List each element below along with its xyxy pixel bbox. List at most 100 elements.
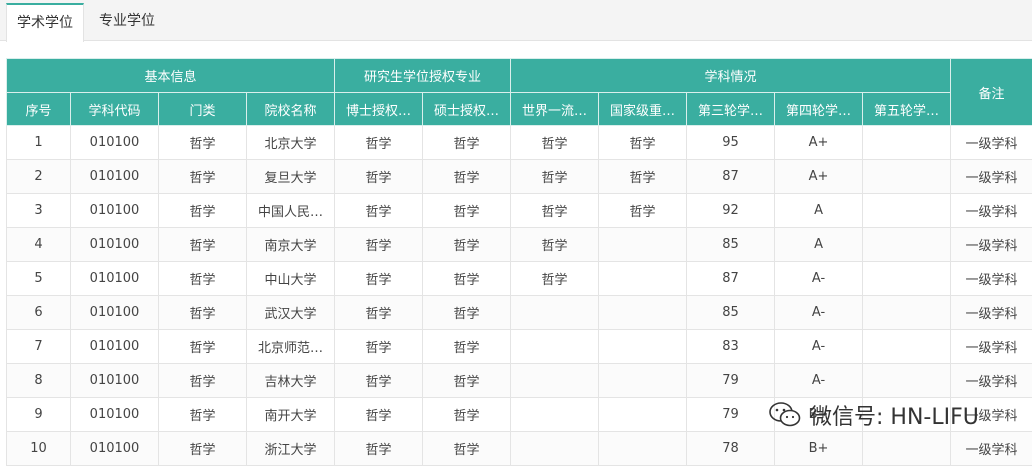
cell-phd: 哲学 [334, 227, 424, 262]
cell-phd: 哲学 [334, 363, 424, 398]
tab-professional-degree[interactable]: 专业学位 [88, 3, 166, 41]
cell-round3: 85 [686, 227, 776, 262]
cell-round3: 87 [686, 159, 776, 194]
table-row: 7 010100 哲学 北京师范… 哲学 哲学 83 A- 一级学科 [6, 329, 1032, 364]
cell-master: 哲学 [422, 227, 512, 262]
cell-school: 浙江大学 [245, 431, 336, 466]
cell-world-class: 哲学 [510, 159, 600, 194]
column-header-national-key: 国家级重… [598, 92, 688, 126]
table-row: 3 010100 哲学 中国人民… 哲学 哲学 哲学 哲学 92 A 一级学科 [6, 193, 1032, 228]
cell-round3: 83 [686, 329, 776, 364]
cell-school: 南开大学 [245, 397, 336, 432]
cell-round3: 95 [686, 125, 776, 160]
cell-round4: A [774, 193, 864, 228]
cell-round5 [862, 363, 952, 398]
cell-master: 哲学 [422, 431, 512, 466]
cell-round5 [862, 159, 952, 194]
cell-remark: 一级学科 [950, 261, 1032, 296]
group-header-degree-authorization: 研究生学位授权专业 [334, 58, 512, 93]
cell-round4: A+ [774, 159, 864, 194]
cell-round3: 79 [686, 363, 776, 398]
cell-category: 哲学 [158, 329, 247, 364]
cell-school: 武汉大学 [245, 295, 336, 330]
cell-round5 [862, 125, 952, 160]
cell-round5 [862, 261, 952, 296]
cell-master: 哲学 [422, 397, 512, 432]
wechat-icon [769, 402, 801, 427]
cell-world-class: 哲学 [510, 125, 600, 160]
cell-code: 010100 [70, 363, 159, 398]
column-header-round3: 第三轮学… [686, 92, 776, 126]
cell-no: 5 [6, 261, 71, 296]
cell-round4: A+ [774, 125, 864, 160]
cell-phd: 哲学 [334, 159, 424, 194]
cell-category: 哲学 [158, 159, 247, 194]
cell-national-key [598, 397, 688, 432]
column-header-category: 门类 [158, 92, 247, 126]
cell-category: 哲学 [158, 363, 247, 398]
cell-round4: A- [774, 295, 864, 330]
cell-round5 [862, 227, 952, 262]
cell-remark: 一级学科 [950, 159, 1032, 194]
cell-no: 10 [6, 431, 71, 466]
table-row: 10 010100 哲学 浙江大学 哲学 哲学 78 B+ 一级学科 [6, 431, 1032, 466]
cell-round5 [862, 329, 952, 364]
cell-no: 3 [6, 193, 71, 228]
cell-category: 哲学 [158, 431, 247, 466]
cell-round3: 92 [686, 193, 776, 228]
table-row: 2 010100 哲学 复旦大学 哲学 哲学 哲学 哲学 87 A+ 一级学科 [6, 159, 1032, 194]
cell-remark: 一级学科 [950, 125, 1032, 160]
cell-round4: A- [774, 329, 864, 364]
cell-phd: 哲学 [334, 329, 424, 364]
column-header-remark: 备注 [950, 58, 1032, 126]
cell-master: 哲学 [422, 295, 512, 330]
cell-remark: 一级学科 [950, 431, 1032, 466]
group-header-basic-info: 基本信息 [5, 58, 336, 93]
cell-phd: 哲学 [334, 193, 424, 228]
cell-category: 哲学 [158, 193, 247, 228]
cell-round5 [862, 193, 952, 228]
column-header-master-authorization: 硕士授权… [422, 92, 512, 126]
cell-remark: 一级学科 [950, 329, 1032, 364]
cell-round4: B+ [774, 431, 864, 466]
cell-phd: 哲学 [334, 431, 424, 466]
cell-category: 哲学 [158, 397, 247, 432]
cell-round4: A- [774, 363, 864, 398]
column-header-round5: 第五轮学… [862, 92, 952, 126]
group-header-discipline-status: 学科情况 [510, 58, 952, 93]
cell-category: 哲学 [158, 125, 247, 160]
cell-round5 [862, 431, 952, 466]
table-row: 5 010100 哲学 中山大学 哲学 哲学 哲学 87 A- 一级学科 [6, 261, 1032, 296]
cell-school: 南京大学 [245, 227, 336, 262]
cell-master: 哲学 [422, 125, 512, 160]
cell-school: 中山大学 [245, 261, 336, 296]
cell-remark: 一级学科 [950, 193, 1032, 228]
column-header-no: 序号 [6, 92, 71, 126]
cell-master: 哲学 [422, 193, 512, 228]
cell-phd: 哲学 [334, 295, 424, 330]
column-header-round4: 第四轮学… [774, 92, 864, 126]
cell-school: 北京大学 [245, 125, 336, 160]
cell-category: 哲学 [158, 261, 247, 296]
tab-academic-degree[interactable]: 学术学位 [6, 3, 84, 42]
cell-round3: 78 [686, 431, 776, 466]
cell-round3: 79 [686, 397, 776, 432]
column-header-code: 学科代码 [70, 92, 159, 126]
cell-code: 010100 [70, 125, 159, 160]
cell-code: 010100 [70, 227, 159, 262]
table-row: 8 010100 哲学 吉林大学 哲学 哲学 79 A- 一级学科 [6, 363, 1032, 398]
cell-code: 010100 [70, 329, 159, 364]
cell-national-key [598, 431, 688, 466]
cell-national-key [598, 227, 688, 262]
cell-world-class [510, 363, 600, 398]
cell-code: 010100 [70, 431, 159, 466]
column-header-school: 院校名称 [245, 92, 336, 126]
cell-round3: 87 [686, 261, 776, 296]
cell-phd: 哲学 [334, 261, 424, 296]
cell-phd: 哲学 [334, 125, 424, 160]
cell-category: 哲学 [158, 295, 247, 330]
cell-code: 010100 [70, 261, 159, 296]
cell-world-class: 哲学 [510, 193, 600, 228]
cell-school: 吉林大学 [245, 363, 336, 398]
cell-world-class [510, 431, 600, 466]
